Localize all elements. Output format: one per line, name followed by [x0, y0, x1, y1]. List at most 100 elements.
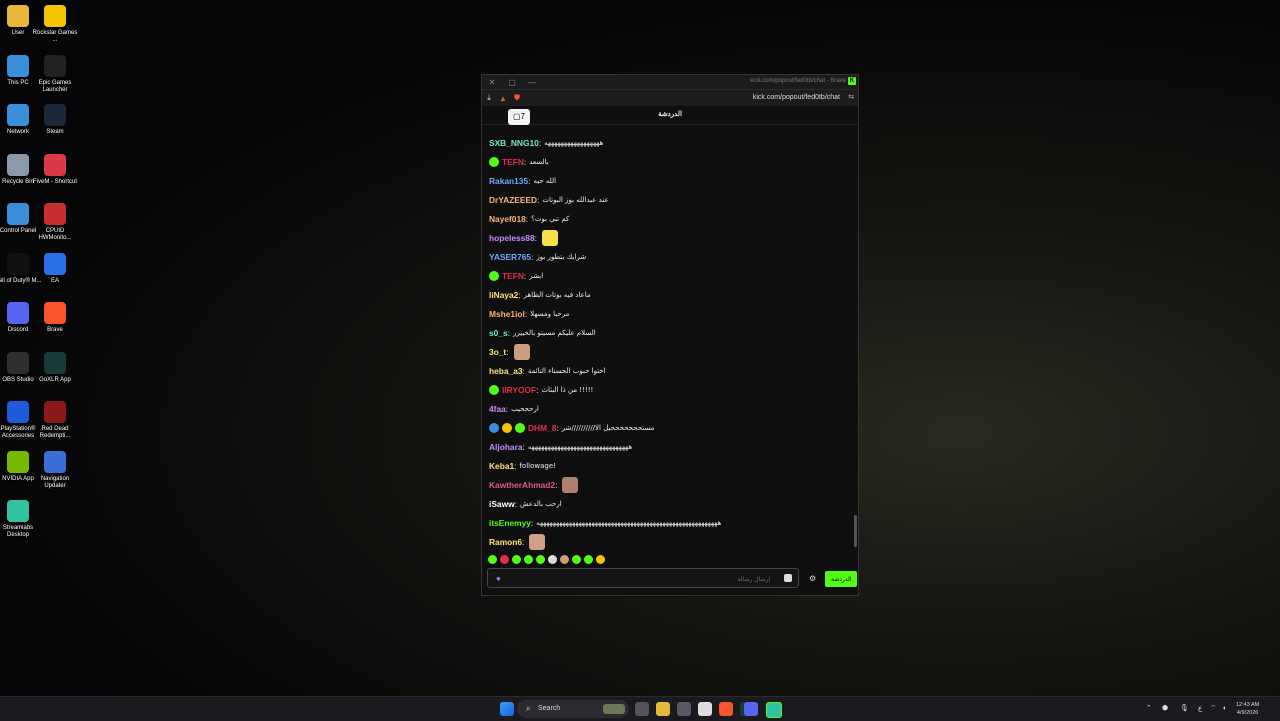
- emoji-picker-icon[interactable]: [784, 574, 792, 582]
- pinned-logo-icon[interactable]: ▢7: [508, 109, 530, 125]
- chat-username[interactable]: KawtherAhmad2: [489, 480, 555, 490]
- taskbar-search[interactable]: ⌕ Search: [517, 700, 629, 718]
- chat-message[interactable]: DHM_8: مستحححححححيل الا//////////شر: [482, 418, 858, 437]
- task-view-icon[interactable]: [635, 702, 649, 716]
- chat-username[interactable]: Mshe1iol: [489, 309, 525, 319]
- chat-message[interactable]: Ramon6:: [482, 532, 858, 551]
- desktop-shortcut[interactable]: Epic Games Launcher: [31, 54, 79, 94]
- tray-app-icon[interactable]: ⬢: [1162, 697, 1168, 721]
- emote-icon[interactable]: [524, 554, 533, 564]
- chat-message[interactable]: 4faa: ارحححيب: [482, 399, 858, 418]
- chat-message[interactable]: 3o_t:: [482, 342, 858, 361]
- user-badge-icon[interactable]: [515, 422, 525, 433]
- user-badge-icon[interactable]: [489, 384, 499, 395]
- emote-icon[interactable]: [536, 554, 545, 564]
- chat-emote-image[interactable]: [529, 533, 546, 550]
- discord-taskbar-icon[interactable]: [744, 702, 758, 716]
- chat-username[interactable]: DHM_8: [528, 423, 556, 433]
- chat-message[interactable]: iSaww: ارحب بالدعش: [482, 494, 858, 513]
- desktop-shortcut[interactable]: FiveM - Shortcut: [31, 153, 79, 186]
- download-icon[interactable]: ⤓: [482, 93, 496, 103]
- chat-username[interactable]: DrYAZEEED: [489, 195, 537, 205]
- chat-scrollbar[interactable]: [854, 515, 857, 547]
- chat-message[interactable]: Keba1: followage!: [482, 456, 858, 475]
- chat-message[interactable]: Nayef018: كم تبي بوت؟: [482, 209, 858, 228]
- url-text[interactable]: kick.com/popout/fed0tb/chat: [753, 94, 840, 101]
- chat-username[interactable]: Rakan135: [489, 176, 528, 186]
- chat-message[interactable]: itsEnemyy: هههههههههههههههههههههههههههههه…: [482, 513, 858, 532]
- chat-message[interactable]: Mshe1iol: مرحبا ومسهلا: [482, 304, 858, 323]
- brave-taskbar-icon[interactable]: [719, 702, 733, 716]
- chat-username[interactable]: YASER765: [489, 252, 531, 262]
- chat-username[interactable]: iSaww: [489, 499, 515, 509]
- emote-icon[interactable]: [572, 554, 581, 564]
- microphone-icon[interactable]: ●: [496, 574, 501, 583]
- chat-message[interactable]: YASER765: شرايك بتطور بوز: [482, 247, 858, 266]
- tray-chevron-icon[interactable]: ⌃: [1146, 697, 1152, 721]
- emote-icon[interactable]: [548, 554, 557, 564]
- desktop-shortcut[interactable]: GoXLR App: [31, 351, 79, 384]
- chat-username[interactable]: Ramon6: [489, 537, 522, 547]
- chat-emote-image[interactable]: [541, 229, 558, 246]
- chat-username[interactable]: SXB_NNG10: [489, 138, 539, 148]
- emote-icon[interactable]: [584, 554, 593, 564]
- chat-username[interactable]: Aljohara: [489, 442, 523, 452]
- desktop-shortcut[interactable]: CPUID HWMonito...: [31, 203, 79, 242]
- chat-message-input[interactable]: [508, 571, 772, 587]
- chat-message[interactable]: heba_a3: اختوا حبوب الحسناء النائمة: [482, 361, 858, 380]
- tray-mic-icon[interactable]: 🎙: [1180, 697, 1189, 721]
- emote-icon[interactable]: [560, 554, 569, 564]
- maximize-icon[interactable]: ▢: [502, 78, 522, 87]
- chat-emote-image[interactable]: [513, 343, 530, 360]
- desktop-shortcut[interactable]: Streamlabs Desktop: [0, 500, 42, 539]
- chat-message[interactable]: s0_s: السلام عليكم مسيتو بالخييرر: [482, 323, 858, 342]
- emote-icon[interactable]: [512, 554, 521, 564]
- chat-username[interactable]: 3o_t: [489, 347, 506, 357]
- cast-icon[interactable]: ⇆: [848, 93, 854, 101]
- streamlabs-taskbar-icon[interactable]: [766, 702, 782, 718]
- desktop-shortcut[interactable]: EA: [31, 252, 79, 285]
- chat-username[interactable]: s0_s: [489, 328, 508, 338]
- chat-username[interactable]: TEFN: [502, 157, 524, 167]
- minimize-icon[interactable]: —: [522, 78, 542, 87]
- desktop-shortcut[interactable]: Brave: [31, 302, 79, 334]
- user-badge-icon[interactable]: [489, 156, 499, 167]
- widgets-icon[interactable]: [677, 702, 691, 716]
- desktop-shortcut[interactable]: Red Dead Redempti...: [31, 401, 79, 440]
- chat-username[interactable]: TEFN: [502, 271, 524, 281]
- emote-icon[interactable]: [596, 554, 605, 564]
- desktop-shortcut[interactable]: Navigation Updater: [31, 450, 79, 490]
- windows-start-icon[interactable]: [500, 702, 514, 716]
- chat-username[interactable]: itsEnemyy: [489, 518, 531, 528]
- chat-message[interactable]: IIRYOOF: من ذا البثاث !!!!!: [482, 380, 858, 399]
- chat-message[interactable]: hopeless88:: [482, 228, 858, 247]
- chat-message[interactable]: TEFN: بالسعد: [482, 152, 858, 171]
- rewards-icon[interactable]: ▲: [496, 94, 510, 103]
- chat-username[interactable]: Nayef018: [489, 214, 526, 224]
- chat-message[interactable]: TEFN: ابشر: [482, 266, 858, 285]
- emote-icon[interactable]: [488, 554, 497, 564]
- desktop-shortcut[interactable]: Steam: [31, 104, 79, 136]
- chat-send-button[interactable]: الدردشة: [825, 571, 857, 587]
- chat-username[interactable]: heba_a3: [489, 366, 523, 376]
- chat-message[interactable]: Aljohara: ههههههههههههههههههههههههههههههه…: [482, 437, 858, 456]
- chat-messages-list[interactable]: SXB_NNG10: هههههههههههههههههه TEFN: بالسعد R…: [482, 133, 858, 566]
- file-explorer-icon[interactable]: [656, 702, 670, 716]
- chat-username[interactable]: liNaya2: [489, 290, 518, 300]
- chat-username[interactable]: IIRYOOF: [502, 385, 536, 395]
- user-badge-icon[interactable]: [489, 270, 499, 281]
- chat-message[interactable]: SXB_NNG10: هههههههههههههههههه: [482, 133, 858, 152]
- brave-shield-icon[interactable]: ⛊: [510, 93, 524, 103]
- taskbar-clock[interactable]: 12:43 AM 4/9/2026: [1236, 701, 1259, 717]
- chat-username[interactable]: 4faa: [489, 404, 506, 414]
- volume-icon[interactable]: ◖: [1222, 697, 1226, 721]
- desktop-shortcut[interactable]: Rockstar Games ...: [31, 5, 79, 44]
- language-indicator[interactable]: ع: [1198, 697, 1202, 721]
- emote-icon[interactable]: [500, 554, 509, 564]
- chat-username[interactable]: Keba1: [489, 461, 514, 471]
- store-icon[interactable]: [698, 702, 712, 716]
- user-badge-icon[interactable]: [502, 422, 512, 433]
- chat-message[interactable]: DrYAZEEED: عند عبدالله بوز البوتات: [482, 190, 858, 209]
- chat-message[interactable]: Rakan135: الله حيه: [482, 171, 858, 190]
- user-badge-icon[interactable]: [489, 422, 499, 433]
